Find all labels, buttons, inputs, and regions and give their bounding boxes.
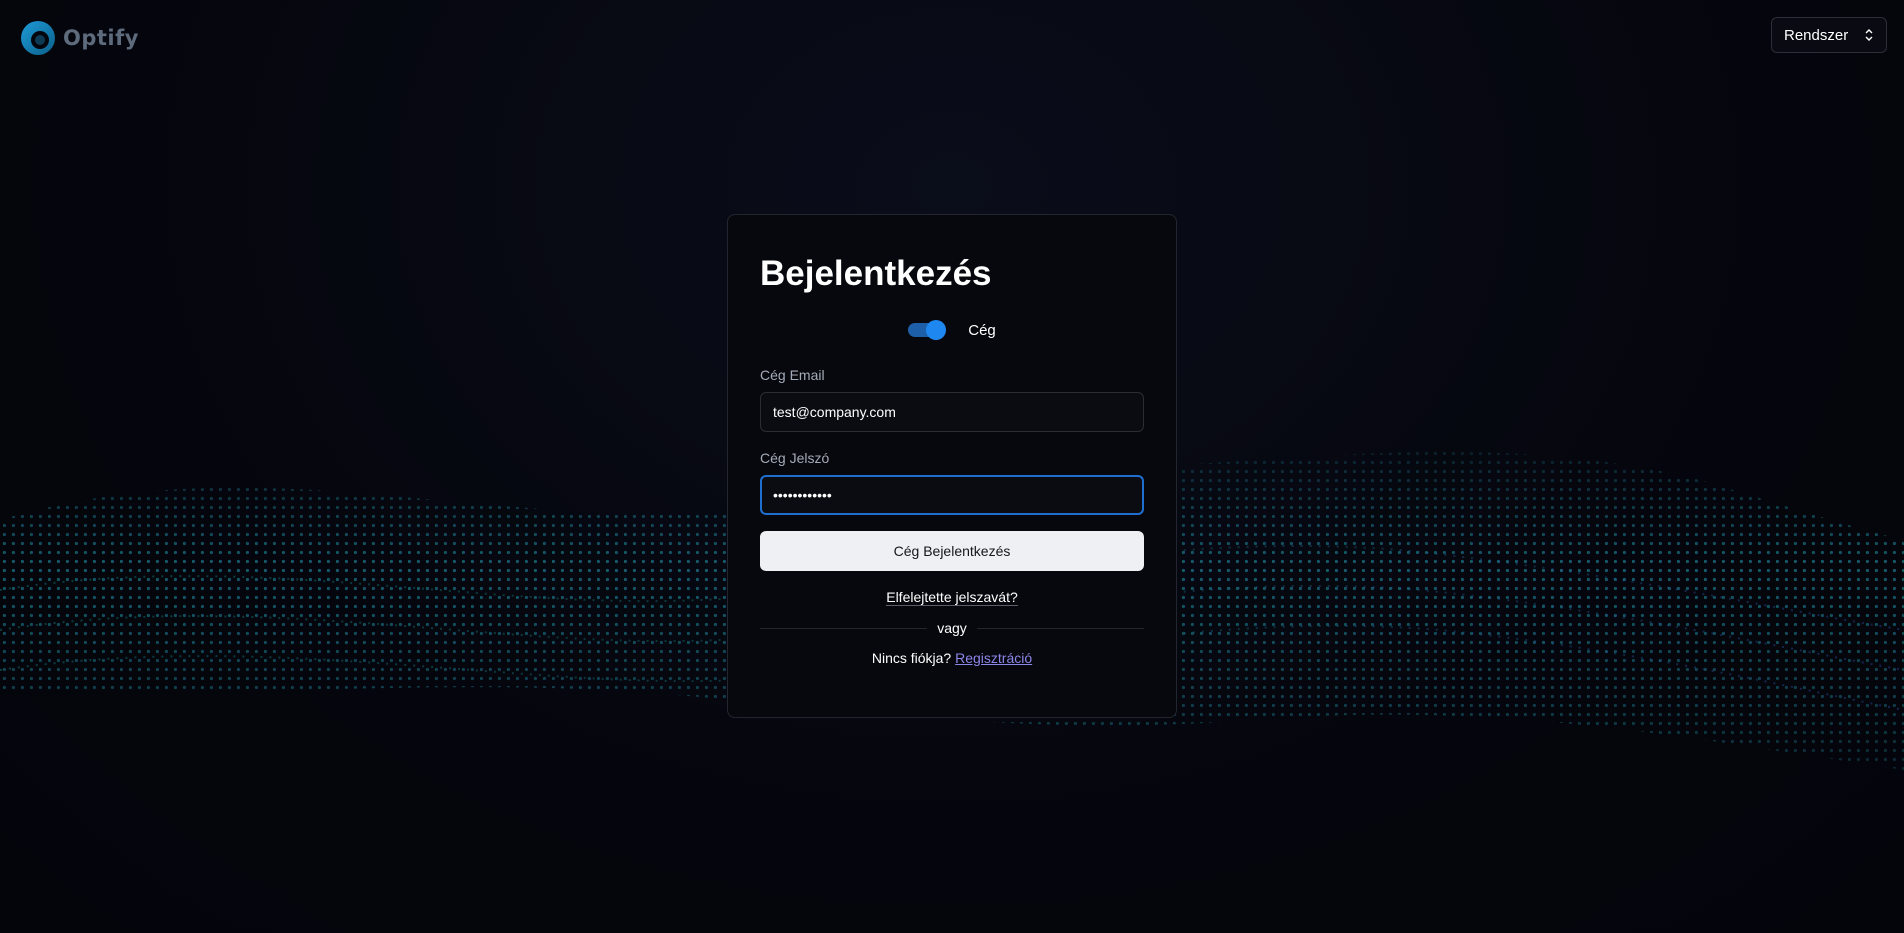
toggle-knob: [926, 320, 947, 340]
register-prompt: Nincs fiókja? Regisztráció: [760, 650, 1144, 666]
email-field[interactable]: [760, 392, 1144, 432]
optify-logo-icon: [21, 21, 55, 55]
account-type-toggle-row: Cég: [760, 315, 1144, 345]
divider-line-right: [976, 627, 1145, 629]
toggle-label: Cég: [968, 321, 996, 339]
login-page: Optify Rendszer Bejelentkezés Cég Cég Em…: [0, 0, 1904, 933]
no-account-text: Nincs fiókja?: [871, 650, 952, 666]
email-label: Cég Email: [760, 367, 825, 383]
theme-select-value: Rendszer: [1784, 26, 1849, 44]
theme-select[interactable]: Rendszer: [1771, 17, 1887, 53]
company-toggle-switch[interactable]: [908, 320, 947, 340]
password-label: Cég Jelszó: [760, 450, 830, 466]
register-link[interactable]: Regisztráció: [955, 650, 1032, 666]
app-logo[interactable]: Optify: [19, 19, 139, 57]
or-divider: vagy: [760, 620, 1145, 636]
login-button[interactable]: Cég Bejelentkezés: [760, 531, 1144, 571]
login-card: Bejelentkezés Cég Cég Email Cég Jelszó C…: [727, 214, 1177, 718]
page-title: Bejelentkezés: [760, 254, 992, 293]
divider-label: vagy: [937, 620, 967, 636]
forgot-password-link[interactable]: Elfelejtette jelszavát?: [886, 589, 1018, 606]
chevron-up-down-icon: [1865, 29, 1873, 41]
password-field[interactable]: [760, 475, 1144, 515]
divider-line-left: [760, 627, 928, 629]
logo-text: Optify: [63, 26, 139, 50]
